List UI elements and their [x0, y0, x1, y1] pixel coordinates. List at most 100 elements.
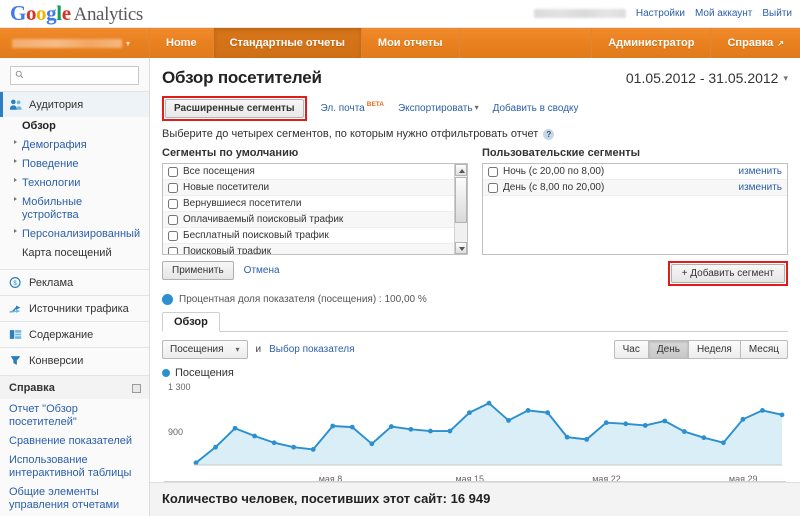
nav-tab-my-reports[interactable]: Мои отчеты: [362, 28, 460, 58]
settings-link[interactable]: Настройки: [636, 8, 685, 19]
metric-select[interactable]: Посещения ▾: [162, 340, 248, 359]
custom-segments-list[interactable]: Ночь (с 20,00 по 8,00) изменить День (с …: [482, 163, 788, 255]
metric-controls-row: Посещения ▾ и Выбор показателя Час День …: [162, 340, 788, 359]
help-link-report-controls[interactable]: Общие элементы управления отчетами: [9, 486, 141, 512]
segment-row[interactable]: Вернувшиеся посетители: [163, 196, 467, 212]
segment-checkbox[interactable]: [168, 246, 178, 254]
segment-row[interactable]: Поисковый трафик: [163, 244, 467, 254]
profile-selector[interactable]: ▾: [0, 28, 150, 58]
help-question-icon[interactable]: ?: [543, 128, 555, 140]
scrollbar-thumb[interactable]: [455, 177, 467, 223]
select-metric-link[interactable]: Выбор показателя: [269, 344, 354, 355]
report-tabstrip: Обзор: [162, 311, 788, 332]
date-range-label: 01.05.2012 - 31.05.2012: [625, 70, 779, 86]
segment-checkbox[interactable]: [488, 182, 498, 193]
chart-legend: Посещения: [162, 367, 788, 379]
granularity-hour[interactable]: Час: [613, 340, 649, 359]
nav-tab-standard-reports[interactable]: Стандартные отчеты: [213, 28, 362, 58]
add-segment-highlight: + Добавить сегмент: [667, 261, 788, 286]
sidebar-item-demographics[interactable]: Демография: [0, 136, 149, 155]
help-link-report-overview[interactable]: Отчет "Обзор посетителей": [9, 403, 141, 429]
granularity-day[interactable]: День: [648, 340, 689, 359]
segment-row[interactable]: Оплачиваемый поисковый трафик: [163, 212, 467, 228]
segment-checkbox[interactable]: [168, 230, 178, 241]
edit-segment-link[interactable]: изменить: [738, 166, 782, 177]
segment-label: Ночь (с 20,00 по 8,00): [503, 166, 605, 177]
visits-line-chart[interactable]: 1 300 900 мая 8 мая 15 мая 22 мая 29: [162, 381, 788, 491]
tab-overview[interactable]: Обзор: [162, 312, 220, 332]
sidebar-item-overview[interactable]: Обзор: [0, 117, 149, 136]
segment-checkbox[interactable]: [168, 182, 178, 193]
segment-row[interactable]: Бесплатный поисковый трафик: [163, 228, 467, 244]
sidebar-label-conversions: Конверсии: [29, 354, 84, 367]
help-link-compare-metrics[interactable]: Сравнение показателей: [9, 435, 141, 448]
y-tick-label-900: 900: [168, 426, 184, 437]
nav-tab-administrator[interactable]: Администратор: [591, 28, 710, 58]
chevron-right-icon: [14, 140, 17, 144]
advanced-segments-button[interactable]: Расширенные сегменты: [165, 98, 304, 118]
segments-scrollbar[interactable]: [454, 164, 467, 254]
search-box[interactable]: [10, 66, 139, 85]
sidebar-item-visitors-flow[interactable]: Карта посещений: [0, 244, 149, 263]
sidebar-item-advertising[interactable]: $ Реклама: [0, 270, 149, 295]
percent-of-metric-label: Процентная доля показателя (посещения) :…: [179, 294, 427, 305]
help-link-interactive-table[interactable]: Использование интерактивной таблицы: [9, 454, 141, 480]
sidebar-item-behavior[interactable]: Поведение: [0, 155, 149, 174]
date-range-picker[interactable]: 01.05.2012 - 31.05.2012 ▾: [626, 70, 788, 86]
people-count-title: Количество человек, посетивших этот сайт…: [162, 491, 491, 506]
granularity-week[interactable]: Неделя: [688, 340, 741, 359]
segment-checkbox[interactable]: [168, 166, 178, 177]
edit-segment-link[interactable]: изменить: [738, 182, 782, 193]
sidebar-search-wrap: [0, 58, 149, 91]
add-to-dashboard-button[interactable]: Добавить в сводку: [493, 103, 579, 114]
add-segment-button[interactable]: + Добавить сегмент: [670, 264, 785, 283]
cancel-button[interactable]: Отмена: [244, 265, 280, 276]
sidebar-item-conversions[interactable]: Конверсии: [0, 348, 149, 373]
report-toolbar: Расширенные сегменты Эл. почта BETA Эксп…: [162, 95, 788, 121]
nav-tab-help[interactable]: Справка ↗: [710, 28, 800, 58]
main-navigation-bar: ▾ Home Стандартные отчеты Мои отчеты Адм…: [0, 28, 800, 58]
svg-text:$: $: [13, 280, 17, 287]
segment-checkbox[interactable]: [488, 166, 498, 177]
legend-label-visits[interactable]: Посещения: [175, 367, 234, 379]
sidebar-item-traffic-sources[interactable]: Источники трафика: [0, 296, 149, 321]
sidebar-item-content[interactable]: Содержание: [0, 322, 149, 347]
chevron-down-icon: ▾: [126, 38, 131, 48]
sidebar-label-mobile: Мобильные устройства: [22, 196, 83, 221]
email-label: Эл. почта: [320, 102, 365, 114]
scroll-down-button[interactable]: [455, 242, 467, 254]
segment-color-dot: [162, 294, 173, 305]
segment-checkbox[interactable]: [168, 214, 178, 225]
sidebar-item-audience[interactable]: Аудитория: [0, 92, 149, 117]
triangle-up-icon: [459, 169, 465, 173]
sidebar-item-custom[interactable]: Персонализированный: [0, 225, 149, 244]
nav-tab-home[interactable]: Home: [150, 28, 214, 58]
export-button[interactable]: Экспортировать ▾: [398, 103, 479, 114]
left-sidebar: Аудитория Обзор Демография Поведение Тех…: [0, 58, 150, 516]
segment-label: Вернувшиеся посетители: [183, 198, 302, 209]
segment-checkbox[interactable]: [168, 198, 178, 209]
sign-out-link[interactable]: Выйти: [762, 8, 792, 19]
sidebar-label-custom: Персонализированный: [22, 228, 141, 240]
apply-button[interactable]: Применить: [162, 261, 234, 280]
minimize-icon[interactable]: [132, 383, 141, 393]
chevron-right-icon: [14, 229, 17, 233]
profile-name-blurred: [12, 38, 122, 48]
segment-row[interactable]: Новые посетители: [163, 180, 467, 196]
my-account-link[interactable]: Мой аккаунт: [695, 8, 752, 19]
custom-segment-row[interactable]: День (с 8,00 по 20,00) изменить: [483, 180, 787, 196]
conversions-icon: [10, 356, 21, 365]
sidebar-item-mobile[interactable]: Мобильные устройства: [0, 193, 149, 225]
granularity-month[interactable]: Месяц: [740, 340, 788, 359]
sidebar-item-technology[interactable]: Технологии: [0, 174, 149, 193]
default-segments-list[interactable]: Все посещения Новые посетители Вернувшие…: [162, 163, 468, 255]
segment-row[interactable]: Все посещения: [163, 164, 467, 180]
search-icon: [15, 70, 24, 79]
scroll-up-button[interactable]: [455, 164, 467, 176]
default-segments-title: Сегменты по умолчанию: [162, 147, 299, 159]
chevron-right-icon: [14, 197, 17, 201]
email-button[interactable]: Эл. почта BETA: [320, 101, 384, 114]
custom-segment-row[interactable]: Ночь (с 20,00 по 8,00) изменить: [483, 164, 787, 180]
advanced-segments-highlight: Расширенные сегменты: [162, 95, 307, 121]
search-input[interactable]: [27, 67, 127, 84]
